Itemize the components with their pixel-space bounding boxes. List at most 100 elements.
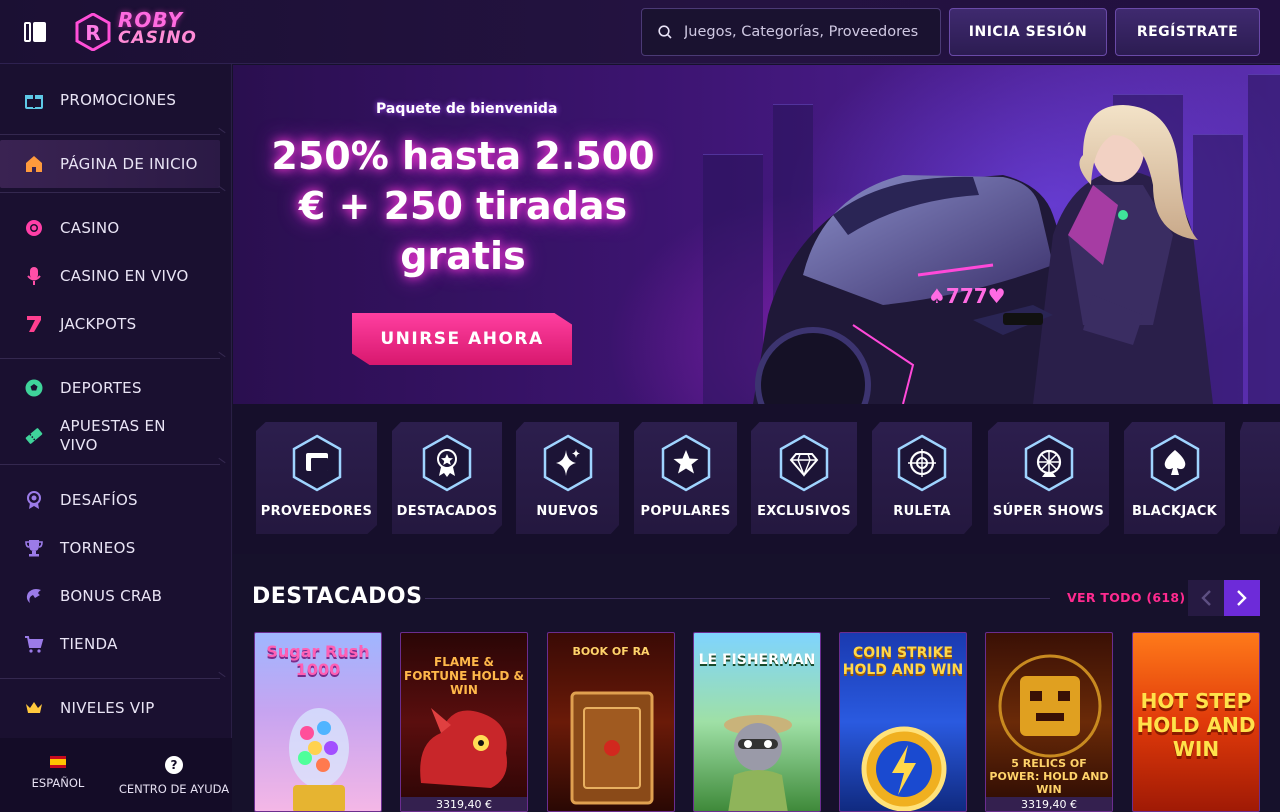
game-card[interactable]: HOT STEP HOLD AND WIN [1132,632,1260,812]
category-populares[interactable]: POPULARES [634,422,737,534]
wheel-icon [1024,434,1073,492]
join-now-button[interactable]: UNIRSE AHORA [352,313,572,365]
sidebar-item-label: TIENDA [60,634,118,653]
top-header: R ROBY CASINO INICIA SESIÓN REGÍSTRATE [0,0,1280,64]
sidebar-item-label: CASINO [60,218,120,237]
game-card[interactable]: FLAME & FORTUNE HOLD & WIN 3319,40 € [400,632,528,812]
soccer-ball-icon [22,376,46,400]
sidebar-item-label: APUESTAS EN VIVO [60,417,166,454]
sidebar-item-apuestas-en-vivo[interactable]: APUESTAS EN VIVO [0,412,220,460]
sidebar-toggle-icon[interactable] [24,22,46,42]
gift-icon [22,88,46,112]
search-input[interactable] [684,24,934,40]
game-title: BOOK OF RA [572,645,650,658]
spade-icon [1150,434,1199,492]
relic-mask-art [998,654,1102,758]
game-card[interactable]: COIN STRIKE HOLD AND WIN [839,632,967,812]
seven-icon [22,312,46,336]
sidebar-item-desafios[interactable]: DESAFÍOS [0,476,220,524]
logo-text-roby: ROBY [118,8,184,32]
language-label: ESPAÑOL [31,776,85,790]
category-nuevos[interactable]: NUEVOS [516,422,619,534]
sidebar-item-label: JACKPOTS [60,314,137,333]
logo-text-casino: CASINO [118,28,197,48]
hero-banner[interactable]: Paquete de bienvenida 250% hasta 2.500 €… [233,65,1280,404]
sidebar-item-casino[interactable]: CASINO [0,204,220,252]
sidebar-item-tienda[interactable]: TIENDA [0,620,220,668]
language-selector[interactable]: ESPAÑOL [18,756,98,790]
book-art [570,691,654,805]
spain-flag-icon [50,756,66,768]
see-all-link[interactable]: VER TODO (618) [1067,590,1185,605]
category-bar: PROVEEDORES DESTACADOS NUEVOS POPULARES [233,404,1280,554]
sidebar-footer: ESPAÑOL ? CENTRO DE AYUDA [0,738,232,812]
ticket-icon [22,424,46,448]
game-card[interactable]: 5 RELICS OF POWER: HOLD AND WIN 3319,40 … [985,632,1113,812]
sidebar-item-torneos[interactable]: TORNEOS [0,524,220,572]
sidebar-item-deportes[interactable]: DEPORTES [0,364,220,412]
svg-text:R: R [85,21,100,45]
sidebar-item-bonus-crab[interactable]: BONUS CRAB [0,572,220,620]
diamond-icon [779,434,829,492]
cart-icon [22,632,46,656]
raccoon-fisherman-art [724,715,792,811]
category-label: BLACKJACK [1131,504,1218,519]
category-label: EXCLUSIVOS [757,504,851,519]
sidebar-item-inicio[interactable]: PÁGINA DE INICIO [0,140,220,188]
category-ruleta[interactable]: RULETA [872,422,972,534]
search-icon [658,25,672,39]
sidebar-item-label: CASINO EN VIVO [60,266,189,285]
sidebar: PROMOCIONES PÁGINA DE INICIO CASINO CASI… [0,64,232,812]
search-box[interactable] [641,8,941,56]
game-card[interactable]: BOOK OF RA [547,632,675,812]
folder-icon [292,434,341,492]
game-title: LE FISHERMAN [698,652,816,668]
category-partial-tile[interactable] [1240,422,1280,534]
help-icon: ? [165,756,183,774]
login-button[interactable]: INICIA SESIÓN [949,8,1107,56]
dragon-art [420,708,507,788]
register-button[interactable]: REGÍSTRATE [1115,8,1260,56]
help-label: CENTRO DE AYUDA [118,782,230,796]
trophy-icon [22,536,46,560]
help-center-link[interactable]: ? CENTRO DE AYUDA [114,756,234,796]
sidebar-item-casino-en-vivo[interactable]: CASINO EN VIVO [0,252,220,300]
sidebar-item-label: TORNEOS [60,538,136,557]
category-blackjack[interactable]: BLACKJACK [1124,422,1225,534]
sidebar-item-promociones[interactable]: PROMOCIONES [0,76,220,124]
sparkle-icon [543,434,592,492]
category-label: POPULARES [640,504,731,519]
category-exclusivos[interactable]: EXCLUSIVOS [751,422,857,534]
sidebar-item-label: PÁGINA DE INICIO [60,154,198,173]
logo-r-icon: R [75,13,111,51]
game-title: HOT STEP HOLD AND WIN [1136,689,1256,761]
microphone-icon [22,264,46,288]
coin-lightning-art [861,726,947,811]
game-card[interactable]: Sugar Rush 1000 [254,632,382,812]
roulette-icon [897,434,947,492]
game-title: COIN STRIKE HOLD AND WIN [842,645,964,678]
star-icon [661,434,710,492]
featured-divider [425,598,1050,599]
sidebar-item-label: NIVELES VIP [60,698,155,717]
chevron-right-icon [1237,590,1247,606]
carousel-prev-button[interactable] [1188,580,1224,616]
game-title: FLAME & FORTUNE HOLD & WIN [404,655,524,697]
crown-icon [22,696,46,720]
sidebar-item-jackpots[interactable]: JACKPOTS [0,300,220,348]
sidebar-item-niveles-vip[interactable]: NIVELES VIP [0,684,220,732]
category-proveedores[interactable]: PROVEEDORES [256,422,377,534]
category-label: SÚPER SHOWS [992,504,1105,519]
logo[interactable]: R ROBY CASINO [74,8,214,53]
bike-plate: ♠777♥ [928,284,1006,308]
gumball-machine-art [289,708,349,811]
award-icon [422,434,472,492]
game-card[interactable]: LE FISHERMAN [693,632,821,812]
carousel-next-button[interactable] [1224,580,1260,616]
category-destacados[interactable]: DESTACADOS [392,422,502,534]
category-super-shows[interactable]: SÚPER SHOWS [988,422,1109,534]
medal-icon [22,488,46,512]
chevron-left-icon [1201,590,1211,606]
hero-title: 250% hasta 2.500 € + 250 tiradas gratis [271,134,655,278]
featured-title: DESTACADOS [252,584,423,609]
